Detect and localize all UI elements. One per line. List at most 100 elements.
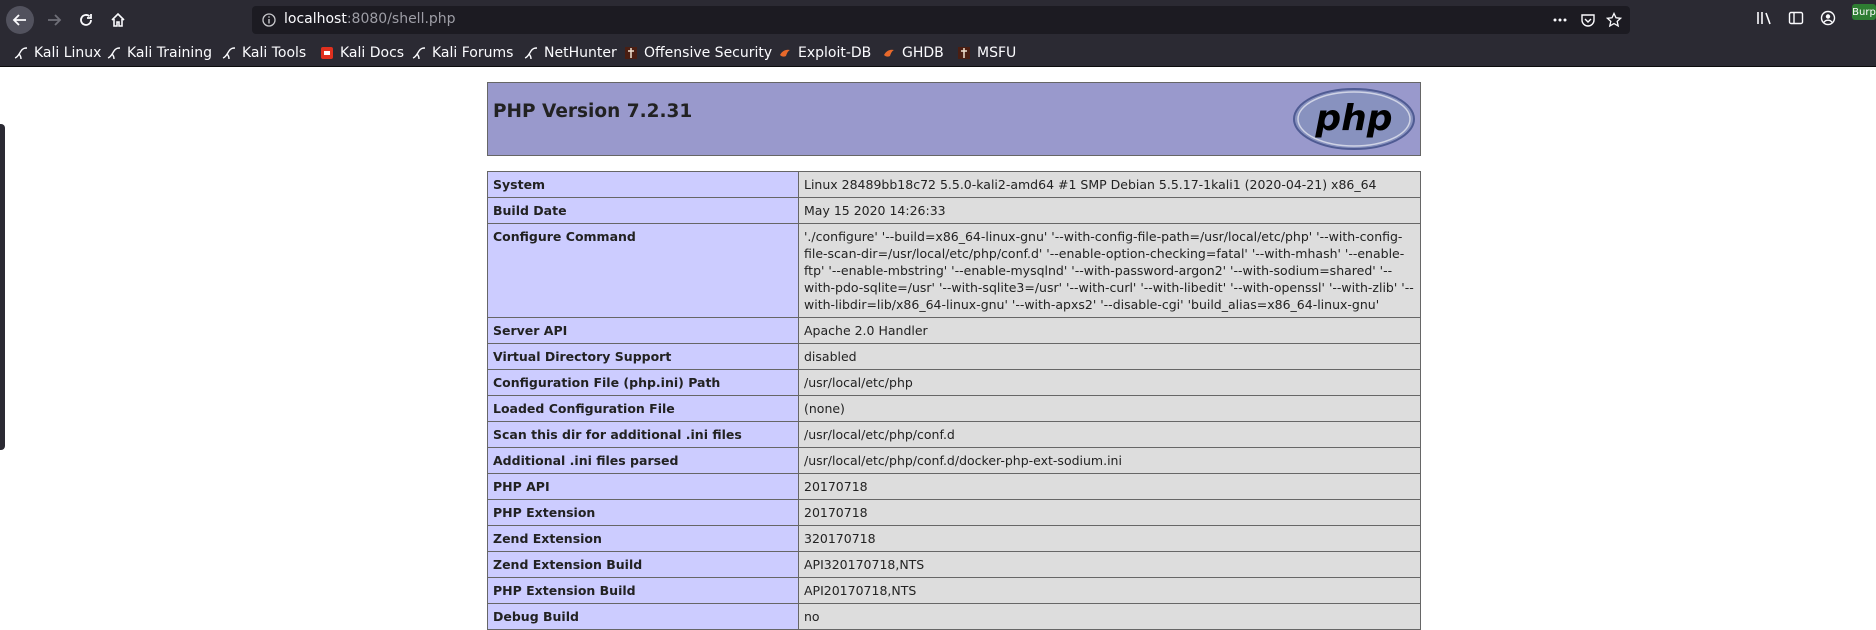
- burp-extension-button[interactable]: Burp: [1852, 4, 1876, 20]
- row-value: 20170718: [798, 499, 1421, 526]
- bookmark-kali-forums[interactable]: Kali Forums: [412, 44, 513, 62]
- bookmark-label: Kali Docs: [340, 45, 405, 61]
- table-row: Server API Apache 2.0 Handler: [487, 317, 1421, 344]
- url-path: :8080/shell.php: [346, 11, 456, 27]
- row-key: Zend Extension: [487, 525, 799, 552]
- bookmark-label: Exploit-DB: [798, 45, 872, 61]
- library-icon[interactable]: [1756, 10, 1774, 30]
- offsec-icon: [624, 46, 638, 60]
- row-value: (none): [798, 395, 1421, 422]
- exploit-db-icon: [882, 46, 896, 60]
- table-row: Build Date May 15 2020 14:26:33: [487, 197, 1421, 224]
- table-row: Zend Extension 320170718: [487, 525, 1421, 552]
- url-host: localhost: [284, 11, 347, 27]
- table-row: Zend Extension Build API320170718,NTS: [487, 551, 1421, 578]
- bookmark-label: Kali Training: [127, 45, 212, 61]
- table-row: Configure Command './configure' '--build=…: [487, 223, 1421, 318]
- row-value: 20170718: [798, 473, 1421, 500]
- kali-dragon-icon: [14, 46, 28, 60]
- forward-button[interactable]: [40, 6, 68, 34]
- row-value: /usr/local/etc/php/conf.d/docker-php-ext…: [798, 447, 1421, 474]
- bookmark-label: Kali Forums: [432, 45, 514, 61]
- bookmark-star-icon[interactable]: [1605, 11, 1623, 32]
- info-icon[interactable]: [262, 12, 276, 31]
- page-title: PHP Version 7.2.31: [493, 101, 693, 122]
- table-row: Scan this dir for additional .ini files /…: [487, 421, 1421, 448]
- reload-icon: [80, 14, 92, 26]
- row-key: Build Date: [487, 197, 799, 224]
- bookmark-ghdb[interactable]: GHDB: [882, 44, 944, 62]
- row-value: API20170718,NTS: [798, 577, 1421, 604]
- row-value: 320170718: [798, 525, 1421, 552]
- table-row: PHP Extension 20170718: [487, 499, 1421, 526]
- table-row: PHP Extension Build API20170718,NTS: [487, 577, 1421, 604]
- row-key: Configuration File (php.ini) Path: [487, 369, 799, 396]
- row-key: PHP Extension Build: [487, 577, 799, 604]
- sidebar-icon[interactable]: [1788, 10, 1804, 30]
- row-value: './configure' '--build=x86_64-linux-gnu'…: [798, 223, 1421, 318]
- kali-dragon-icon: [222, 46, 236, 60]
- bookmarks-toolbar: Kali Linux Kali Training Kali Tools Kali…: [0, 40, 1876, 67]
- bookmark-kali-tools[interactable]: Kali Tools: [222, 44, 306, 62]
- phpinfo-table: System Linux 28489bb18c72 5.5.0-kali2-amd…: [487, 171, 1421, 630]
- bookmark-msfu[interactable]: MSFU: [957, 44, 1016, 62]
- kali-dragon-icon: [412, 46, 426, 60]
- row-value: May 15 2020 14:26:33: [798, 197, 1421, 224]
- row-key: System: [487, 171, 799, 198]
- kali-dragon-icon: [524, 46, 538, 60]
- bookmark-label: NetHunter: [544, 45, 617, 61]
- row-value: Apache 2.0 Handler: [798, 317, 1421, 344]
- table-row: Virtual Directory Support disabled: [487, 343, 1421, 370]
- php-logo[interactable]: php: [1293, 88, 1415, 154]
- row-key: Additional .ini files parsed: [487, 447, 799, 474]
- row-key: Scan this dir for additional .ini files: [487, 421, 799, 448]
- bookmark-kali-docs[interactable]: Kali Docs: [320, 44, 404, 62]
- bookmark-kali-linux[interactable]: Kali Linux: [14, 44, 101, 62]
- row-key: Zend Extension Build: [487, 551, 799, 578]
- table-row: System Linux 28489bb18c72 5.5.0-kali2-amd…: [487, 171, 1421, 198]
- table-row: Loaded Configuration File (none): [487, 395, 1421, 422]
- kali-docs-icon: [320, 46, 334, 60]
- bookmark-label: GHDB: [902, 45, 944, 61]
- account-icon[interactable]: [1820, 10, 1836, 30]
- row-key: Configure Command: [487, 223, 799, 318]
- bookmark-label: MSFU: [977, 45, 1017, 61]
- phpinfo-header: PHP Version 7.2.31 php: [487, 82, 1421, 156]
- table-row: Additional .ini files parsed/usr/local/e…: [487, 447, 1421, 474]
- row-key: PHP API: [487, 473, 799, 500]
- bookmark-kali-training[interactable]: Kali Training: [107, 44, 212, 62]
- arrow-right-icon: [48, 14, 62, 26]
- bookmark-label: Offensive Security: [644, 45, 773, 61]
- pocket-icon[interactable]: [1580, 12, 1596, 32]
- bookmark-offensive-security[interactable]: Offensive Security: [624, 44, 772, 62]
- home-button[interactable]: [104, 6, 132, 34]
- row-value: API320170718,NTS: [798, 551, 1421, 578]
- row-value: disabled: [798, 343, 1421, 370]
- url-text[interactable]: localhost:8080/shell.php: [284, 11, 456, 27]
- php-logo-text: php: [1314, 98, 1392, 139]
- browser-toolbar: localhost:8080/shell.php Burp: [0, 0, 1876, 40]
- url-bar[interactable]: localhost:8080/shell.php: [252, 6, 1630, 34]
- arrow-left-icon: [12, 14, 26, 26]
- offsec-icon: [957, 46, 971, 60]
- bookmark-nethunter[interactable]: NetHunter: [524, 44, 617, 62]
- back-button[interactable]: [6, 6, 34, 34]
- table-row: PHP API 20170718: [487, 473, 1421, 500]
- table-row: Configuration File (php.ini) Path/usr/lo…: [487, 369, 1421, 396]
- page-actions-icon[interactable]: [1552, 12, 1568, 32]
- row-key: Loaded Configuration File: [487, 395, 799, 422]
- row-key: PHP Extension: [487, 499, 799, 526]
- bookmark-label: Kali Tools: [242, 45, 307, 61]
- row-key: Server API: [487, 317, 799, 344]
- kali-dragon-icon: [107, 46, 121, 60]
- row-value: /usr/local/etc/php/conf.d: [798, 421, 1421, 448]
- exploit-db-icon: [778, 46, 792, 60]
- row-key: Virtual Directory Support: [487, 343, 799, 370]
- row-value: Linux 28489bb18c72 5.5.0-kali2-amd64 #1 …: [798, 171, 1421, 198]
- bookmark-exploit-db[interactable]: Exploit-DB: [778, 44, 871, 62]
- home-icon: [111, 12, 125, 27]
- reload-button[interactable]: [72, 6, 100, 34]
- side-panel-tab[interactable]: [0, 124, 5, 450]
- row-value: /usr/local/etc/php: [798, 369, 1421, 396]
- bookmark-label: Kali Linux: [34, 45, 102, 61]
